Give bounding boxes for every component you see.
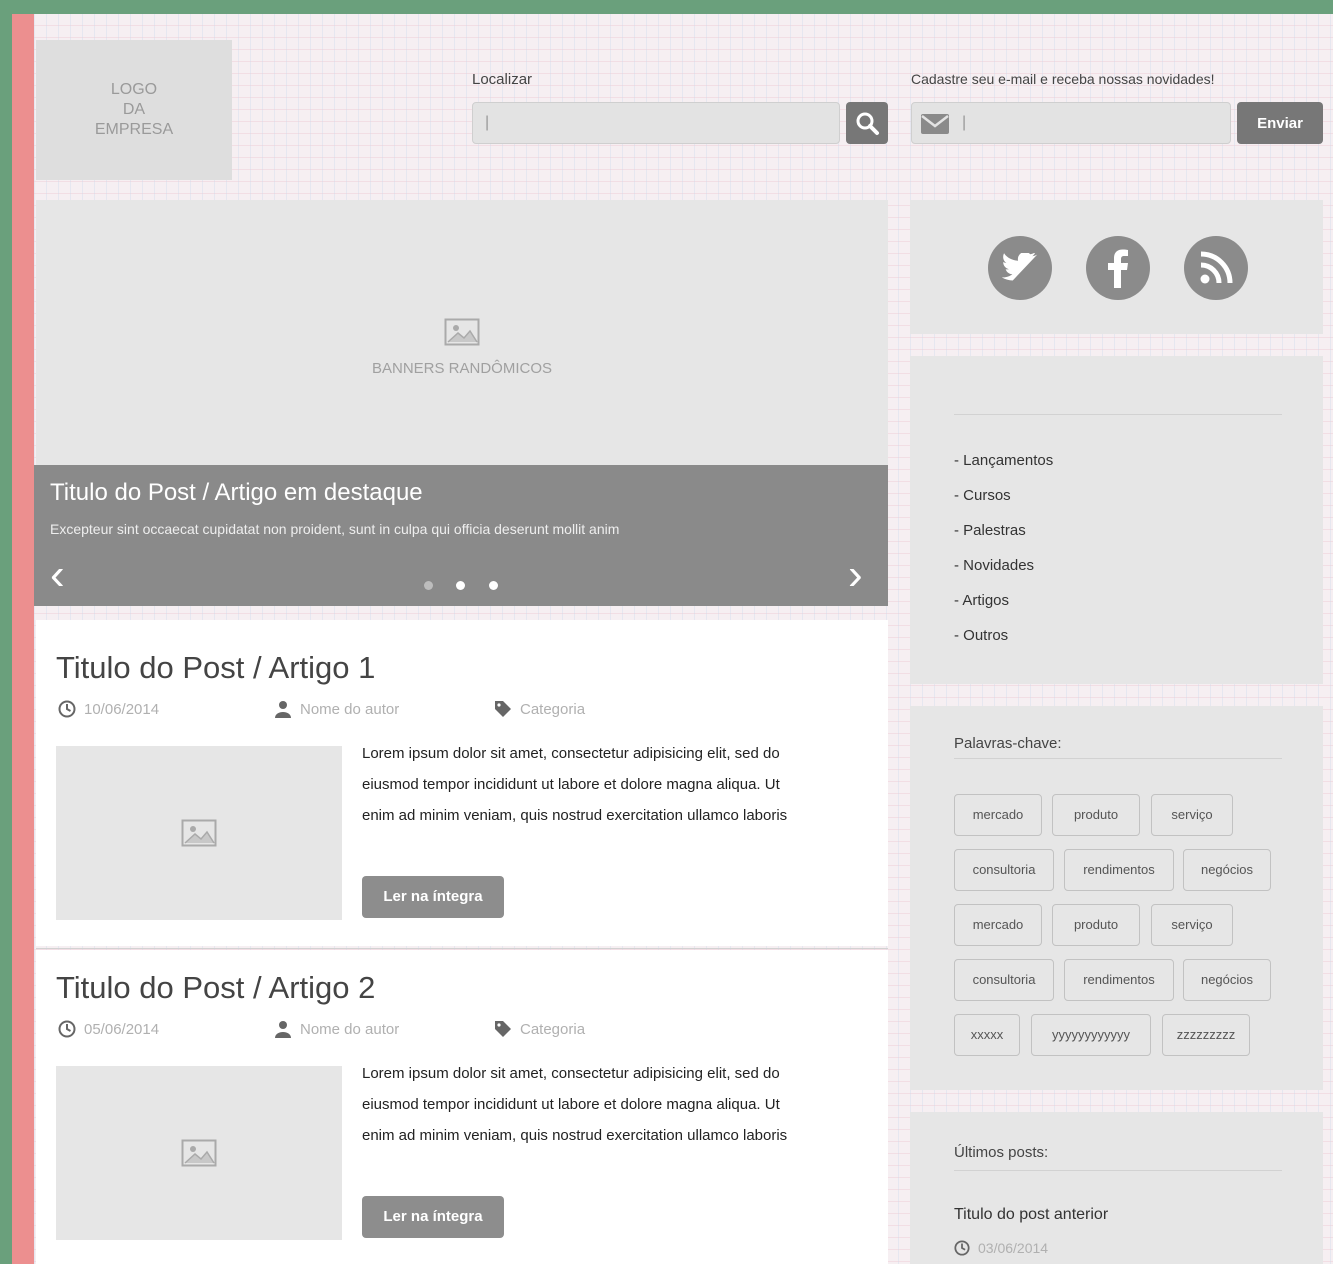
twitter-icon	[1002, 253, 1038, 281]
keyword-tag[interactable]: consultoria	[954, 959, 1054, 1001]
recent-posts-divider	[954, 1170, 1282, 1171]
keyword-tag[interactable]: mercado	[954, 794, 1042, 836]
banner-text: Excepteur sint occaecat cupidatat non pr…	[50, 521, 620, 537]
keyword-tag[interactable]: serviço	[1151, 904, 1233, 946]
keywords-panel: Palavras-chave: mercado produto serviço …	[910, 706, 1323, 1090]
search-icon	[856, 112, 879, 135]
read-more-button[interactable]: Ler na íntegra	[362, 1196, 504, 1238]
recent-posts-title: Últimos posts:	[954, 1144, 1049, 1161]
post-thumbnail[interactable]	[56, 746, 342, 920]
keywords-title: Palavras-chave:	[954, 735, 1062, 752]
banner-slider[interactable]: BANNERS RANDÔMICOS	[36, 200, 888, 466]
post-title[interactable]: Titulo do Post / Artigo 2	[56, 970, 375, 1006]
banner-prev-arrow[interactable]: ‹	[50, 553, 65, 597]
left-accent-stripe	[12, 14, 34, 1264]
post-card-1: Titulo do Post / Artigo 1 10/06/2014 Nom…	[36, 620, 888, 946]
post-excerpt: Lorem ipsum dolor sit amet, consectetur …	[362, 738, 882, 831]
keyword-tag[interactable]: consultoria	[954, 849, 1054, 891]
categories-divider	[954, 414, 1282, 415]
post-author[interactable]: Nome do autor	[274, 700, 399, 718]
keyword-tag[interactable]: rendimentos	[1064, 959, 1174, 1001]
tag-icon	[495, 1021, 511, 1037]
keyword-tag[interactable]: mercado	[954, 904, 1042, 946]
category-item[interactable]: - Palestras	[954, 513, 1053, 548]
logo-line-3: EMPRESA	[94, 121, 174, 138]
newsletter-label: Cadastre seu e-mail e receba nossas novi…	[911, 71, 1215, 87]
clock-icon	[58, 1020, 76, 1038]
logo-line-2: DA	[122, 101, 146, 118]
page-canvas: LOGO DA EMPRESA Localizar | Cadastre seu…	[34, 14, 1333, 1264]
post-date: 05/06/2014	[58, 1020, 159, 1038]
search-button[interactable]	[846, 102, 888, 144]
categories-list: - Lançamentos - Cursos - Palestras - Nov…	[954, 443, 1053, 653]
post-divider	[36, 948, 888, 949]
twitter-button[interactable]	[988, 236, 1052, 300]
banner-next-arrow[interactable]: ›	[848, 553, 863, 597]
post-category[interactable]: Categoria	[494, 700, 585, 718]
banner-placeholder-text: BANNERS RANDÔMICOS	[371, 360, 553, 377]
recent-post-date: 03/06/2014	[954, 1240, 1048, 1256]
keyword-tag[interactable]: produto	[1052, 794, 1140, 836]
excerpt-line: enim ad minim veniam, quis nostrud exerc…	[362, 807, 788, 824]
user-icon	[275, 1021, 291, 1038]
category-item[interactable]: - Artigos	[954, 583, 1053, 618]
post-excerpt: Lorem ipsum dolor sit amet, consectetur …	[362, 1058, 882, 1151]
slider-dot-1[interactable]	[424, 581, 433, 590]
tag-icon	[495, 701, 511, 717]
user-icon	[275, 701, 291, 718]
keywords-divider	[954, 758, 1282, 759]
keyword-tag[interactable]: serviço	[1151, 794, 1233, 836]
recent-posts-panel: Últimos posts: Titulo do post anterior 0…	[910, 1112, 1323, 1264]
post-thumbnail[interactable]	[56, 1066, 342, 1240]
excerpt-line: eiusmod tempor incididunt ut labore et d…	[362, 776, 780, 793]
keyword-tag[interactable]: zzzzzzzzz	[1162, 1014, 1250, 1056]
read-more-button[interactable]: Ler na íntegra	[362, 876, 504, 918]
post-category[interactable]: Categoria	[494, 1020, 585, 1038]
facebook-icon	[1108, 249, 1128, 288]
keyword-tag[interactable]: xxxxx	[954, 1014, 1020, 1056]
envelope-icon	[921, 114, 949, 134]
image-placeholder-icon	[181, 819, 217, 847]
facebook-button[interactable]	[1086, 236, 1150, 300]
excerpt-line: Lorem ipsum dolor sit amet, consectetur …	[362, 745, 780, 762]
category-item[interactable]: - Outros	[954, 618, 1053, 653]
newsletter-email-input[interactable]: |	[911, 102, 1231, 144]
categories-panel: - Lançamentos - Cursos - Palestras - Nov…	[910, 356, 1323, 684]
social-panel	[910, 200, 1323, 334]
category-item[interactable]: - Lançamentos	[954, 443, 1053, 478]
keyword-tag[interactable]: rendimentos	[1064, 849, 1174, 891]
keyword-tag[interactable]: negócios	[1183, 959, 1271, 1001]
slider-dot-2[interactable]	[456, 581, 465, 590]
post-title[interactable]: Titulo do Post / Artigo 1	[56, 650, 375, 686]
clock-icon	[58, 700, 76, 718]
logo-line-1: LOGO	[110, 81, 158, 98]
keyword-tag[interactable]: produto	[1052, 904, 1140, 946]
excerpt-line: Lorem ipsum dolor sit amet, consectetur …	[362, 1065, 780, 1082]
keyword-tag[interactable]: negócios	[1183, 849, 1271, 891]
category-item[interactable]: - Novidades	[954, 548, 1053, 583]
post-card-2: Titulo do Post / Artigo 2 05/06/2014 Nom…	[36, 950, 888, 1264]
keyword-tag[interactable]: yyyyyyyyyyyy	[1031, 1014, 1151, 1056]
newsletter-send-button[interactable]: Enviar	[1237, 102, 1323, 144]
banner-caption: Titulo do Post / Artigo em destaque Exce…	[34, 465, 888, 606]
search-input[interactable]: |	[472, 102, 840, 144]
slider-dot-3[interactable]	[489, 581, 498, 590]
image-placeholder-icon	[444, 318, 480, 346]
excerpt-line: eiusmod tempor incididunt ut labore et d…	[362, 1096, 780, 1113]
category-item[interactable]: - Cursos	[954, 478, 1053, 513]
image-placeholder-icon	[181, 1139, 217, 1167]
excerpt-line: enim ad minim veniam, quis nostrud exerc…	[362, 1127, 788, 1144]
post-date: 10/06/2014	[58, 700, 159, 718]
recent-post-title[interactable]: Titulo do post anterior	[954, 1206, 1108, 1224]
search-label: Localizar	[472, 71, 533, 88]
rss-button[interactable]	[1184, 236, 1248, 300]
company-logo[interactable]: LOGO DA EMPRESA	[36, 40, 232, 180]
clock-icon	[954, 1240, 970, 1256]
post-author[interactable]: Nome do autor	[274, 1020, 399, 1038]
banner-title[interactable]: Titulo do Post / Artigo em destaque	[50, 479, 423, 507]
rss-icon	[1200, 251, 1233, 284]
